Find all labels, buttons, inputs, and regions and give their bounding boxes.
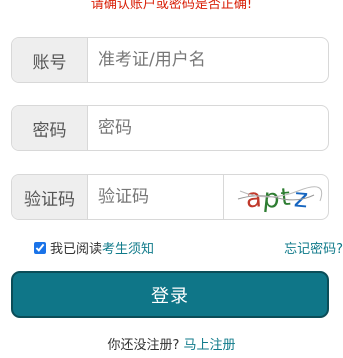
- login-button[interactable]: 登录: [11, 271, 329, 318]
- svg-text:a: a: [245, 183, 263, 214]
- captcha-image-graphic: a p t z: [237, 183, 323, 215]
- svg-text:p: p: [262, 183, 282, 215]
- register-prompt: 你还没注册?: [107, 338, 180, 353]
- captcha-input[interactable]: [88, 175, 223, 219]
- password-input[interactable]: [88, 106, 328, 150]
- agreement-checkbox[interactable]: [34, 241, 46, 254]
- error-message: 请确认账户或密码是否正确!: [90, 0, 253, 12]
- forgot-password-link[interactable]: 忘记密码?: [284, 238, 343, 257]
- password-label: 密码: [12, 106, 88, 150]
- register-link[interactable]: 马上注册: [183, 338, 235, 353]
- agreement[interactable]: 我已阅读 考生须知: [34, 238, 154, 257]
- svg-text:t: t: [279, 183, 291, 212]
- username-field: 账号: [11, 37, 329, 83]
- agreement-link[interactable]: 考生须知: [102, 238, 154, 257]
- agreement-prefix: 我已阅读: [50, 242, 103, 257]
- username-label: 账号: [12, 38, 88, 82]
- captcha-label: 验证码: [12, 175, 88, 219]
- captcha-image[interactable]: a p t z: [223, 175, 328, 219]
- register-row: 你还没注册? 马上注册: [0, 334, 343, 353]
- password-field: 密码: [11, 105, 329, 151]
- captcha-field: 验证码 a p t z: [11, 174, 329, 220]
- username-input[interactable]: [88, 38, 328, 82]
